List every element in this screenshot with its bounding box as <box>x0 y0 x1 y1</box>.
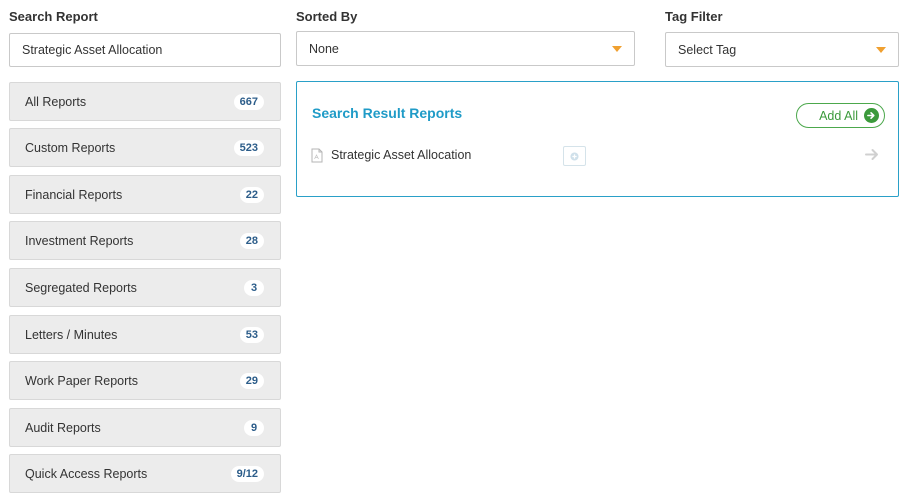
count-badge: 28 <box>239 232 264 249</box>
count-badge: 22 <box>239 186 264 203</box>
sidebar-item-financial-reports[interactable]: Financial Reports 22 <box>9 175 281 214</box>
sorted-by-label: Sorted By <box>296 9 358 24</box>
count-badge: 29 <box>239 372 264 389</box>
sidebar-item-audit-reports[interactable]: Audit Reports 9 <box>9 408 281 447</box>
tag-filter-label: Tag Filter <box>665 9 723 24</box>
pdf-document-icon <box>311 148 323 168</box>
sidebar-item-investment-reports[interactable]: Investment Reports 28 <box>9 221 281 260</box>
count-badge: 523 <box>233 139 264 156</box>
chevron-down-icon <box>876 46 886 53</box>
search-report-label: Search Report <box>9 9 98 24</box>
sidebar-item-label: Segregated Reports <box>25 280 137 295</box>
sorted-by-value: None <box>309 41 339 56</box>
result-report-name: Strategic Asset Allocation <box>331 148 472 162</box>
search-input-value: Strategic Asset Allocation <box>22 43 163 57</box>
plus-circle-icon <box>570 151 579 161</box>
count-badge: 9 <box>244 419 264 436</box>
arrow-right-icon[interactable] <box>865 148 879 166</box>
search-input[interactable]: Strategic Asset Allocation <box>9 33 281 67</box>
search-results-panel: Search Result Reports Add All Strategic … <box>296 81 899 197</box>
sidebar-item-label: All Reports <box>25 94 87 109</box>
sidebar-item-label: Letters / Minutes <box>25 327 118 342</box>
sidebar-item-label: Investment Reports <box>25 233 134 248</box>
sidebar-item-work-paper-reports[interactable]: Work Paper Reports 29 <box>9 361 281 400</box>
arrow-right-circle-icon <box>864 108 879 123</box>
sidebar-item-label: Work Paper Reports <box>25 373 139 388</box>
result-report-row[interactable]: Strategic Asset Allocation <box>311 146 886 166</box>
chevron-down-icon <box>612 45 622 52</box>
sidebar-item-segregated-reports[interactable]: Segregated Reports 3 <box>9 268 281 307</box>
count-badge: 9/12 <box>230 465 264 482</box>
sidebar-item-label: Quick Access Reports <box>25 466 148 481</box>
count-badge: 667 <box>233 93 264 110</box>
sidebar-item-label: Financial Reports <box>25 187 123 202</box>
sidebar-item-label: Audit Reports <box>25 420 101 435</box>
sidebar-item-label: Custom Reports <box>25 140 116 155</box>
sidebar-item-all-reports[interactable]: All Reports 667 <box>9 82 281 121</box>
search-results-title: Search Result Reports <box>312 105 463 121</box>
sidebar-item-custom-reports[interactable]: Custom Reports 523 <box>9 128 281 167</box>
sidebar-item-letters-minutes[interactable]: Letters / Minutes 53 <box>9 315 281 354</box>
add-all-button[interactable]: Add All <box>796 103 885 128</box>
add-report-button[interactable] <box>563 146 586 166</box>
sidebar-item-quick-access-reports[interactable]: Quick Access Reports 9/12 <box>9 454 281 493</box>
tag-filter-value: Select Tag <box>678 42 737 57</box>
count-badge: 53 <box>239 326 264 343</box>
tag-filter-select[interactable]: Select Tag <box>665 32 899 67</box>
count-badge: 3 <box>244 279 264 296</box>
sorted-by-select[interactable]: None <box>296 31 635 66</box>
add-all-label: Add All <box>819 108 858 123</box>
